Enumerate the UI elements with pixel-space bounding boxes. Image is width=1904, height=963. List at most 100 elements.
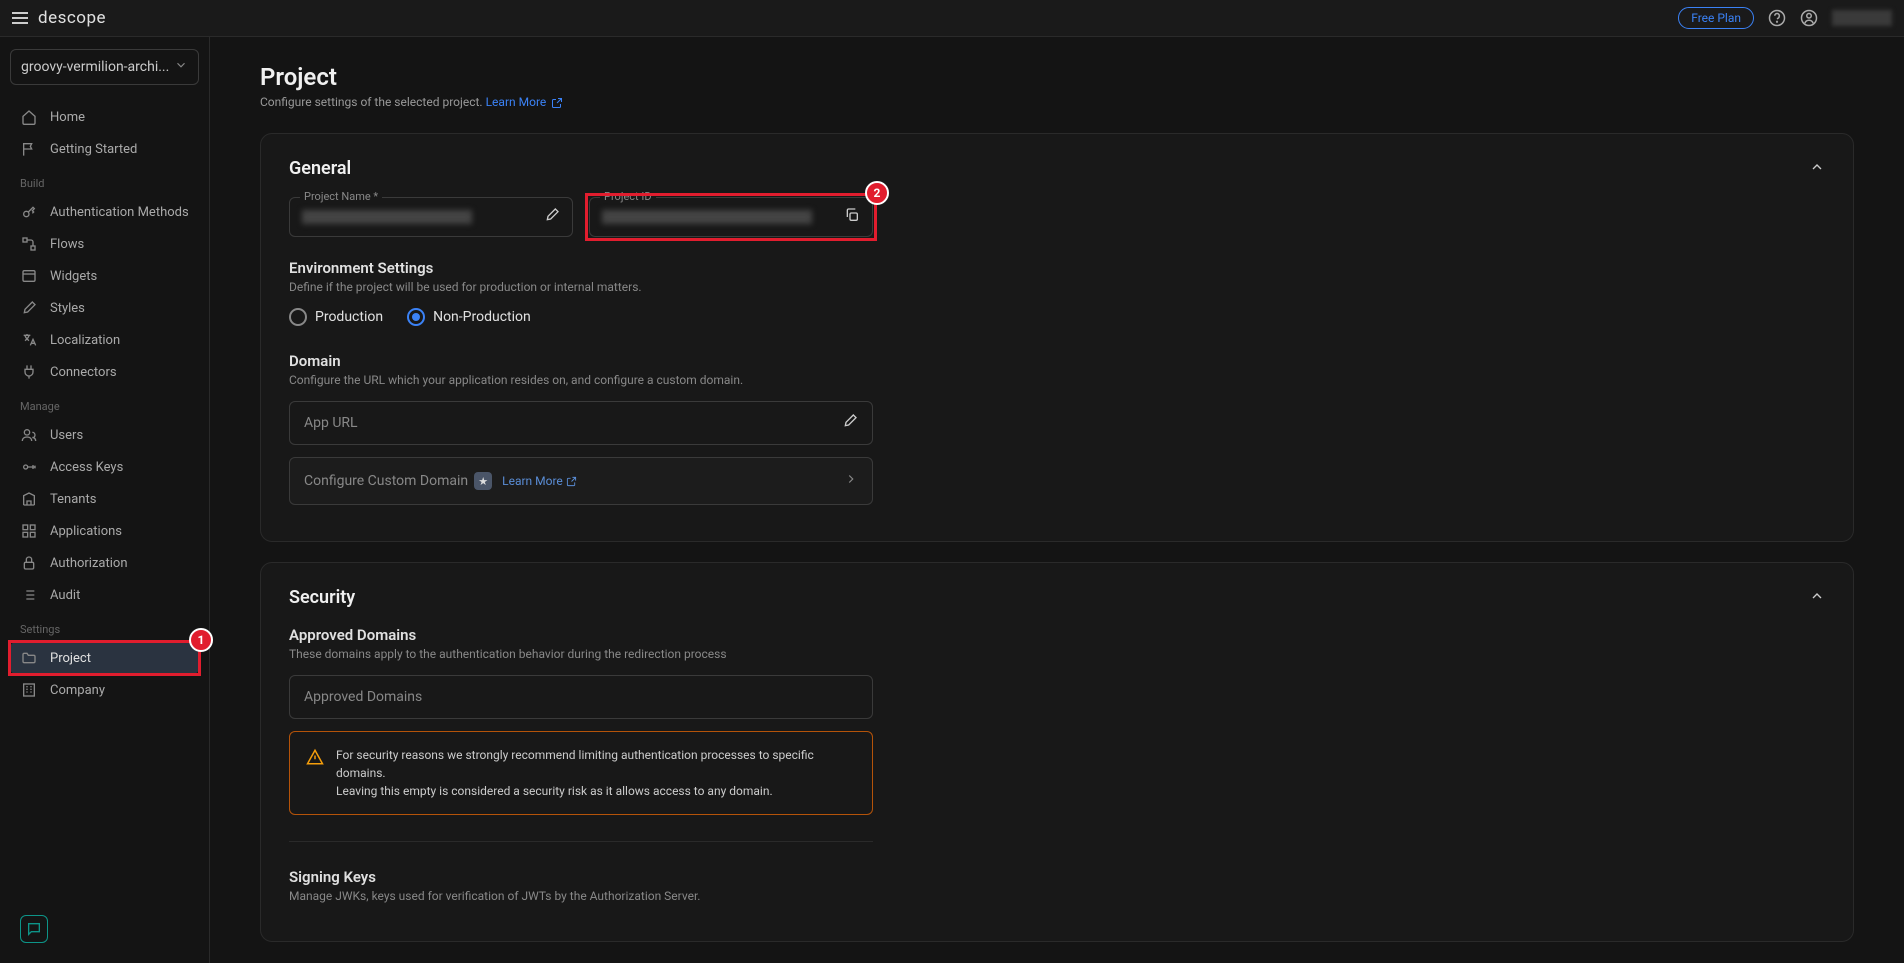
user-avatar-icon[interactable] xyxy=(1800,9,1818,27)
sidebar-item-label: Audit xyxy=(50,588,80,603)
annotation-badge-1: 1 xyxy=(189,628,213,652)
page-subtitle: Configure settings of the selected proje… xyxy=(260,95,1854,109)
sidebar-item-auth-methods[interactable]: Authentication Methods xyxy=(10,196,199,228)
sidebar-item-tenants[interactable]: Tenants xyxy=(10,483,199,515)
sidebar-item-styles[interactable]: Styles xyxy=(10,292,199,324)
project-id-value xyxy=(602,210,812,224)
sidebar-item-label: Access Keys xyxy=(50,460,123,475)
users-icon xyxy=(20,427,38,443)
company-icon xyxy=(20,682,38,698)
app-url-field[interactable]: App URL xyxy=(289,401,873,445)
sidebar-item-label: Applications xyxy=(50,524,122,539)
sidebar-item-label: Widgets xyxy=(50,269,97,284)
project-id-field[interactable]: Project ID xyxy=(589,197,873,237)
warning-line-1: For security reasons we strongly recomme… xyxy=(336,746,856,782)
copy-icon[interactable] xyxy=(844,207,860,227)
home-icon xyxy=(20,109,38,125)
env-title: Environment Settings xyxy=(289,259,1825,277)
sidebar-section-settings: Settings xyxy=(10,611,199,642)
sidebar-section-build: Build xyxy=(10,165,199,196)
sidebar-item-label: Company xyxy=(50,683,105,698)
edit-icon[interactable] xyxy=(544,207,560,227)
list-icon xyxy=(20,587,38,603)
chevron-right-icon xyxy=(844,472,858,490)
lock-icon xyxy=(20,555,38,571)
radio-non-production[interactable]: Non-Production xyxy=(407,308,531,326)
custom-domain-learn-more[interactable]: Learn More xyxy=(502,474,577,488)
grid-icon xyxy=(20,523,38,539)
security-card: Security Approved Domains These domains … xyxy=(260,562,1854,942)
custom-domain-label: Configure Custom Domain xyxy=(304,473,468,489)
general-title: General xyxy=(289,158,351,179)
language-icon xyxy=(20,332,38,348)
sidebar-item-label: Authorization xyxy=(50,556,128,571)
sidebar-item-label: Project xyxy=(50,651,91,666)
sidebar-item-label: Getting Started xyxy=(50,142,137,157)
help-icon[interactable] xyxy=(1768,9,1786,27)
chat-widget-button[interactable] xyxy=(20,915,48,943)
flows-icon xyxy=(20,236,38,252)
main-content: Project Configure settings of the select… xyxy=(210,37,1904,963)
approved-domains-title: Approved Domains xyxy=(289,626,1825,644)
key-icon xyxy=(20,204,38,220)
star-badge-icon: ★ xyxy=(474,472,492,490)
sidebar-item-company[interactable]: Company xyxy=(10,674,199,706)
domain-title: Domain xyxy=(289,352,1825,370)
warning-box: For security reasons we strongly recomme… xyxy=(289,731,873,815)
radio-icon xyxy=(289,308,307,326)
app-url-placeholder: App URL xyxy=(304,415,358,431)
project-selector[interactable]: groovy-vermilion-archi... xyxy=(10,49,199,85)
sidebar-item-audit[interactable]: Audit xyxy=(10,579,199,611)
sidebar-item-access-keys[interactable]: Access Keys xyxy=(10,451,199,483)
divider xyxy=(289,841,873,842)
plug-icon xyxy=(20,364,38,380)
menu-button[interactable] xyxy=(12,12,28,24)
approved-domains-field[interactable]: Approved Domains xyxy=(289,675,873,719)
flag-icon xyxy=(20,141,38,157)
collapse-icon[interactable] xyxy=(1809,588,1825,608)
warning-line-2: Leaving this empty is considered a secur… xyxy=(336,782,856,800)
learn-more-link[interactable]: Learn More xyxy=(486,95,564,109)
sidebar-section-manage: Manage xyxy=(10,388,199,419)
sidebar-item-widgets[interactable]: Widgets xyxy=(10,260,199,292)
signing-keys-desc: Manage JWKs, keys used for verification … xyxy=(289,889,1825,903)
radio-label: Production xyxy=(315,309,383,325)
general-card: General Project Name * Project ID Enviro… xyxy=(260,133,1854,542)
sidebar-item-users[interactable]: Users xyxy=(10,419,199,451)
sidebar-item-connectors[interactable]: Connectors xyxy=(10,356,199,388)
env-desc: Define if the project will be used for p… xyxy=(289,280,1825,294)
sidebar-item-label: Users xyxy=(50,428,83,443)
sidebar-item-label: Connectors xyxy=(50,365,117,380)
signing-keys-title: Signing Keys xyxy=(289,868,1825,886)
sidebar-item-flows[interactable]: Flows xyxy=(10,228,199,260)
annotation-badge-2: 2 xyxy=(865,181,889,205)
sidebar-item-applications[interactable]: Applications xyxy=(10,515,199,547)
chevron-down-icon xyxy=(174,58,188,76)
sidebar-item-getting-started[interactable]: Getting Started xyxy=(10,133,199,165)
page-title: Project xyxy=(260,63,1854,91)
sidebar: groovy-vermilion-archi... Home Getting S… xyxy=(0,37,210,963)
approved-domains-desc: These domains apply to the authenticatio… xyxy=(289,647,1825,661)
security-title: Security xyxy=(289,587,355,608)
custom-domain-row[interactable]: Configure Custom Domain ★ Learn More xyxy=(289,457,873,505)
project-name-field[interactable]: Project Name * xyxy=(289,197,573,237)
radio-production[interactable]: Production xyxy=(289,308,383,326)
sidebar-item-label: Localization xyxy=(50,333,120,348)
widgets-icon xyxy=(20,268,38,284)
user-name[interactable] xyxy=(1832,10,1892,26)
top-bar: descope Free Plan xyxy=(0,0,1904,37)
project-name-label: Project Name * xyxy=(300,190,382,203)
edit-icon[interactable] xyxy=(842,413,858,433)
radio-label: Non-Production xyxy=(433,309,531,325)
sidebar-item-authorization[interactable]: Authorization xyxy=(10,547,199,579)
collapse-icon[interactable] xyxy=(1809,159,1825,179)
sidebar-item-project[interactable]: Project xyxy=(10,642,199,674)
brush-icon xyxy=(20,300,38,316)
project-selector-text: groovy-vermilion-archi... xyxy=(21,59,169,75)
sidebar-item-home[interactable]: Home xyxy=(10,101,199,133)
sidebar-item-localization[interactable]: Localization xyxy=(10,324,199,356)
warning-icon xyxy=(306,748,324,770)
sidebar-item-label: Authentication Methods xyxy=(50,205,189,220)
sidebar-item-label: Home xyxy=(50,110,85,125)
free-plan-button[interactable]: Free Plan xyxy=(1678,7,1754,29)
